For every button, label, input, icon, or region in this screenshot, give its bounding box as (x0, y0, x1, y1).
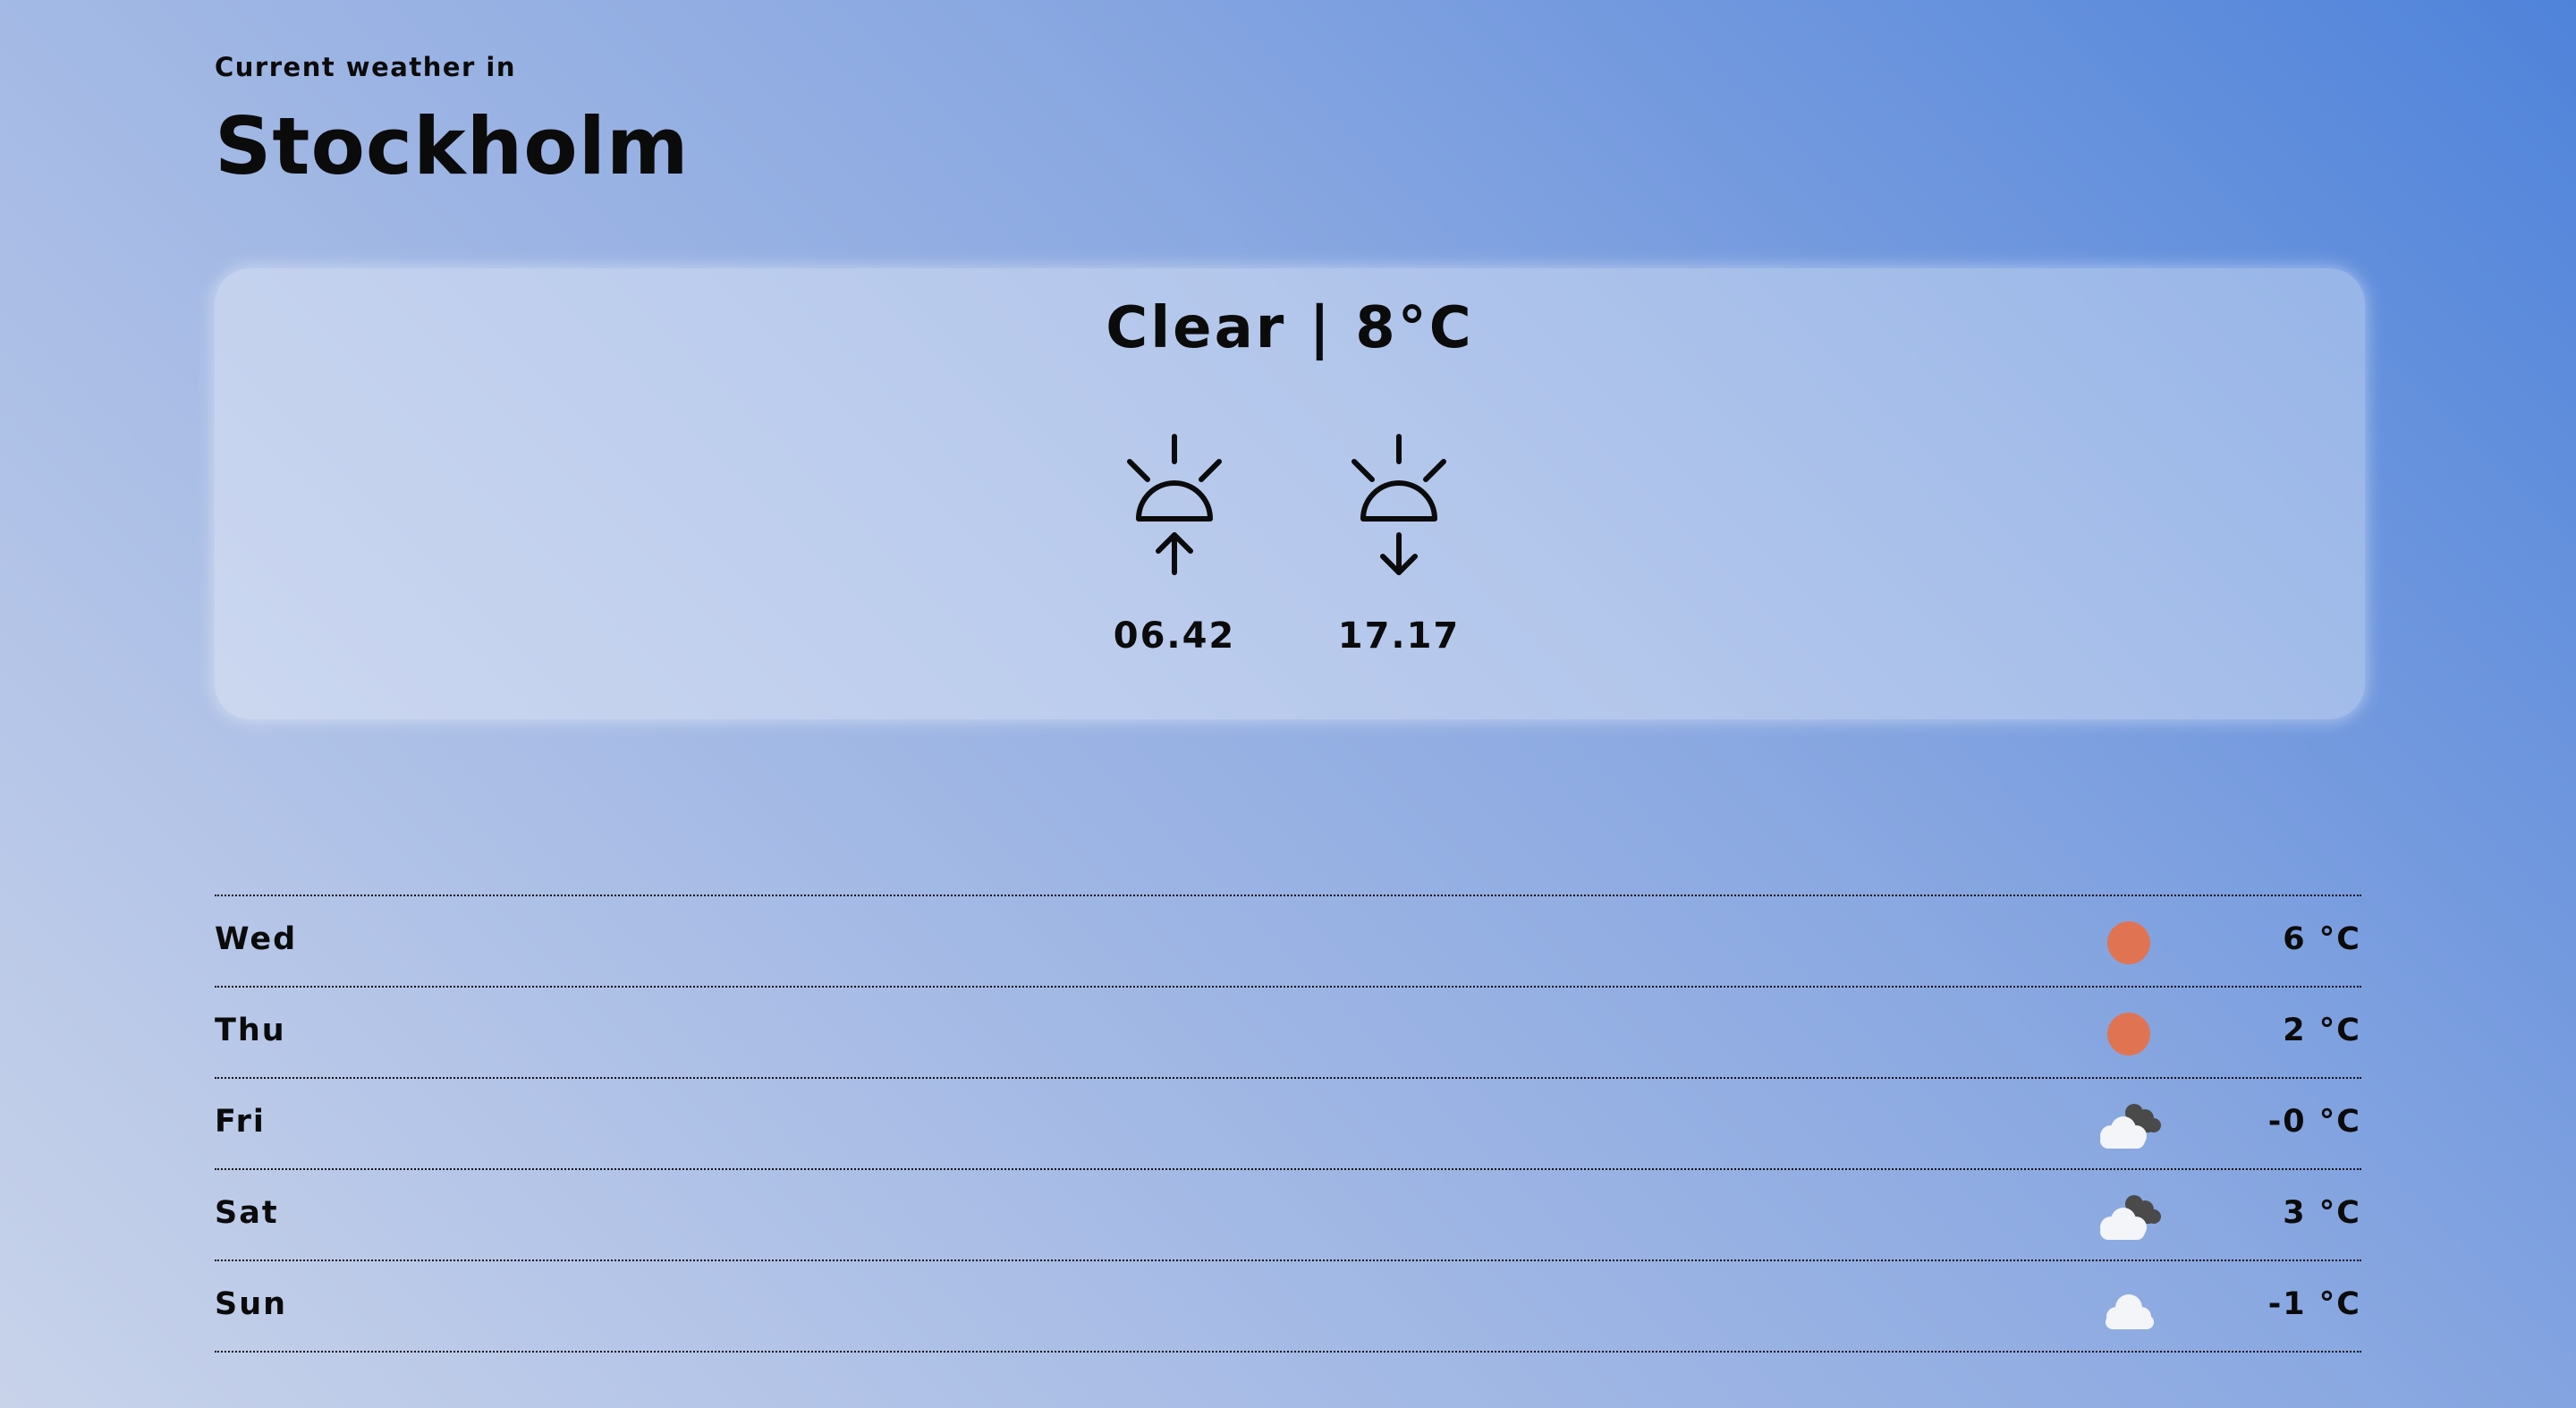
sun-icon (2107, 921, 2150, 964)
forecast-list: Wed 6 °C Thu 2 °C Fri -0 °C Sat 3 °C Sun… (215, 895, 2361, 1353)
forecast-temp: -0 °C (2267, 1104, 2361, 1140)
sunrise-time: 06.42 (1113, 615, 1236, 657)
sun-icon (2107, 1013, 2150, 1056)
forecast-row: Wed 6 °C (215, 896, 2361, 988)
forecast-day: Sat (215, 1195, 279, 1231)
forecast-day: Sun (215, 1286, 288, 1322)
current-weather-label: Current weather in (215, 52, 516, 82)
forecast-day: Wed (215, 921, 298, 957)
sunset-time: 17.17 (1337, 615, 1461, 657)
forecast-day: Thu (215, 1013, 286, 1048)
forecast-temp: -1 °C (2267, 1286, 2361, 1322)
weather-summary: Clear | 8°C (1106, 295, 1474, 361)
forecast-day: Fri (215, 1104, 266, 1140)
cloud-dark-icon (2100, 1104, 2161, 1149)
forecast-row: Sat 3 °C (215, 1170, 2361, 1261)
forecast-row: Thu 2 °C (215, 988, 2361, 1079)
forecast-temp: 3 °C (2283, 1195, 2361, 1231)
forecast-row: Fri -0 °C (215, 1079, 2361, 1170)
cloud-dark-icon (2100, 1195, 2161, 1240)
sunrise-icon (1127, 434, 1222, 575)
city-name: Stockholm (215, 100, 690, 192)
forecast-temp: 6 °C (2283, 921, 2361, 957)
current-weather-card: Clear | 8°C 06.42 17.17 (215, 268, 2365, 719)
forecast-row: Sun -1 °C (215, 1261, 2361, 1353)
cloud-icon (2106, 1294, 2154, 1329)
sunset-icon (1352, 434, 1446, 575)
sunset-block: 17.17 (1309, 429, 1488, 657)
forecast-temp: 2 °C (2283, 1013, 2361, 1048)
sunrise-block: 06.42 (1085, 429, 1264, 657)
